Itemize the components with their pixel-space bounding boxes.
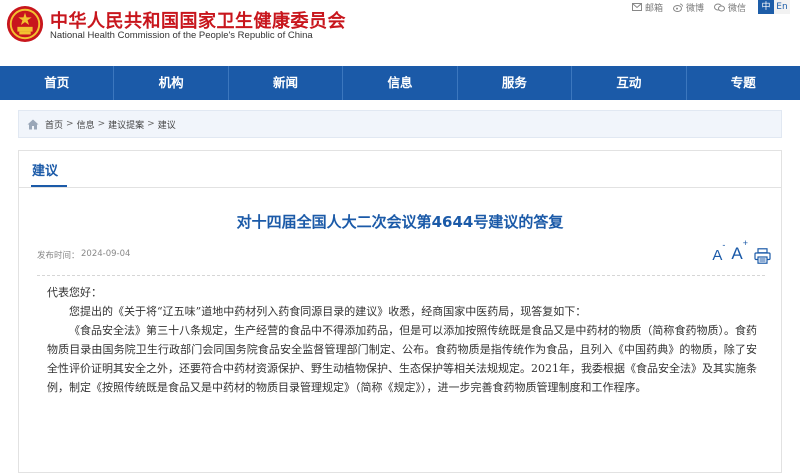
- nav-item-home[interactable]: 首页: [0, 66, 115, 100]
- language-switch: 中 En: [758, 0, 790, 14]
- breadcrumb-separator: >: [97, 119, 106, 129]
- article-paragraph: 您提出的《关于将“辽五味”道地中药材列入药食同源目录的建议》收悉，经商国家中医药…: [69, 305, 587, 318]
- nav-item-organization[interactable]: 机构: [114, 66, 229, 100]
- breadcrumb-home[interactable]: 首页: [45, 118, 63, 131]
- article-panel: 建议 对十四届全国人大二次会议第4644号建议的答复 发布时间： 2024-09…: [18, 150, 782, 473]
- mail-link[interactable]: 邮箱: [631, 1, 663, 14]
- font-increase-letter: A: [731, 244, 743, 263]
- font-decrease-letter: A: [712, 247, 723, 264]
- nav-item-news[interactable]: 新闻: [229, 66, 344, 100]
- publish-date-label: 发布时间：: [37, 251, 80, 261]
- meta-divider: [37, 275, 765, 276]
- national-emblem-icon: [6, 5, 44, 43]
- article-meta: 发布时间： 2024-09-04 A- A+: [37, 238, 771, 271]
- breadcrumb-proposals[interactable]: 建议提案: [108, 118, 144, 131]
- font-decrease-button[interactable]: A-: [712, 240, 725, 264]
- mail-link-label: 邮箱: [644, 3, 663, 14]
- weibo-link[interactable]: 微博: [672, 1, 704, 14]
- lang-en-button[interactable]: En: [774, 0, 790, 14]
- top-links: 邮箱 微博 微信 中 En: [622, 0, 790, 14]
- wechat-link-label: 微信: [727, 3, 746, 14]
- home-icon: [27, 119, 39, 129]
- font-decrease-sign: -: [722, 240, 726, 250]
- wechat-link[interactable]: 微信: [713, 1, 746, 14]
- breadcrumb-separator: >: [147, 119, 155, 129]
- nav-item-interaction[interactable]: 互动: [572, 66, 687, 100]
- section-tab-label: 建议: [32, 164, 59, 179]
- publish-date: 2024-09-04: [81, 249, 131, 259]
- breadcrumb-information[interactable]: 信息: [77, 118, 95, 131]
- article-paragraph: 《食品安全法》第三十八条规定，生产经营的食品中不得添加药品，但是可以添加按照传统…: [47, 324, 757, 394]
- wechat-icon: [713, 3, 725, 11]
- breadcrumb-suggestions[interactable]: 建议: [158, 118, 176, 131]
- weibo-link-label: 微博: [685, 3, 704, 14]
- main-nav: 首页 机构 新闻 信息 服务 互动 专题: [0, 66, 800, 100]
- print-icon[interactable]: [754, 248, 771, 264]
- article-tools: A- A+: [706, 238, 771, 264]
- article-body: 代表您好： 您提出的《关于将“辽五味”道地中药材列入药食同源目录的建议》收悉，经…: [47, 283, 757, 397]
- site-header: 中华人民共和国国家卫生健康委员会 National Health Commiss…: [0, 0, 800, 66]
- nav-item-services[interactable]: 服务: [458, 66, 573, 100]
- section-tab-row: 建议: [19, 151, 781, 188]
- salutation: 代表您好：: [47, 286, 102, 299]
- font-increase-button[interactable]: A+: [731, 238, 748, 264]
- breadcrumb-separator: >: [66, 119, 74, 129]
- site-subtitle: National Health Commission of the People…: [50, 30, 313, 41]
- lang-zh-button[interactable]: 中: [758, 0, 774, 14]
- font-increase-sign: +: [742, 238, 748, 249]
- weibo-icon: [672, 3, 683, 12]
- mail-icon: [631, 3, 642, 11]
- nav-item-information[interactable]: 信息: [343, 66, 458, 100]
- nav-item-topics[interactable]: 专题: [687, 66, 800, 100]
- breadcrumb: 首页 > 信息 > 建议提案 > 建议: [18, 110, 782, 138]
- section-tab-underline: [31, 185, 67, 187]
- article-title: 对十四届全国人大二次会议第4644号建议的答复: [236, 213, 564, 231]
